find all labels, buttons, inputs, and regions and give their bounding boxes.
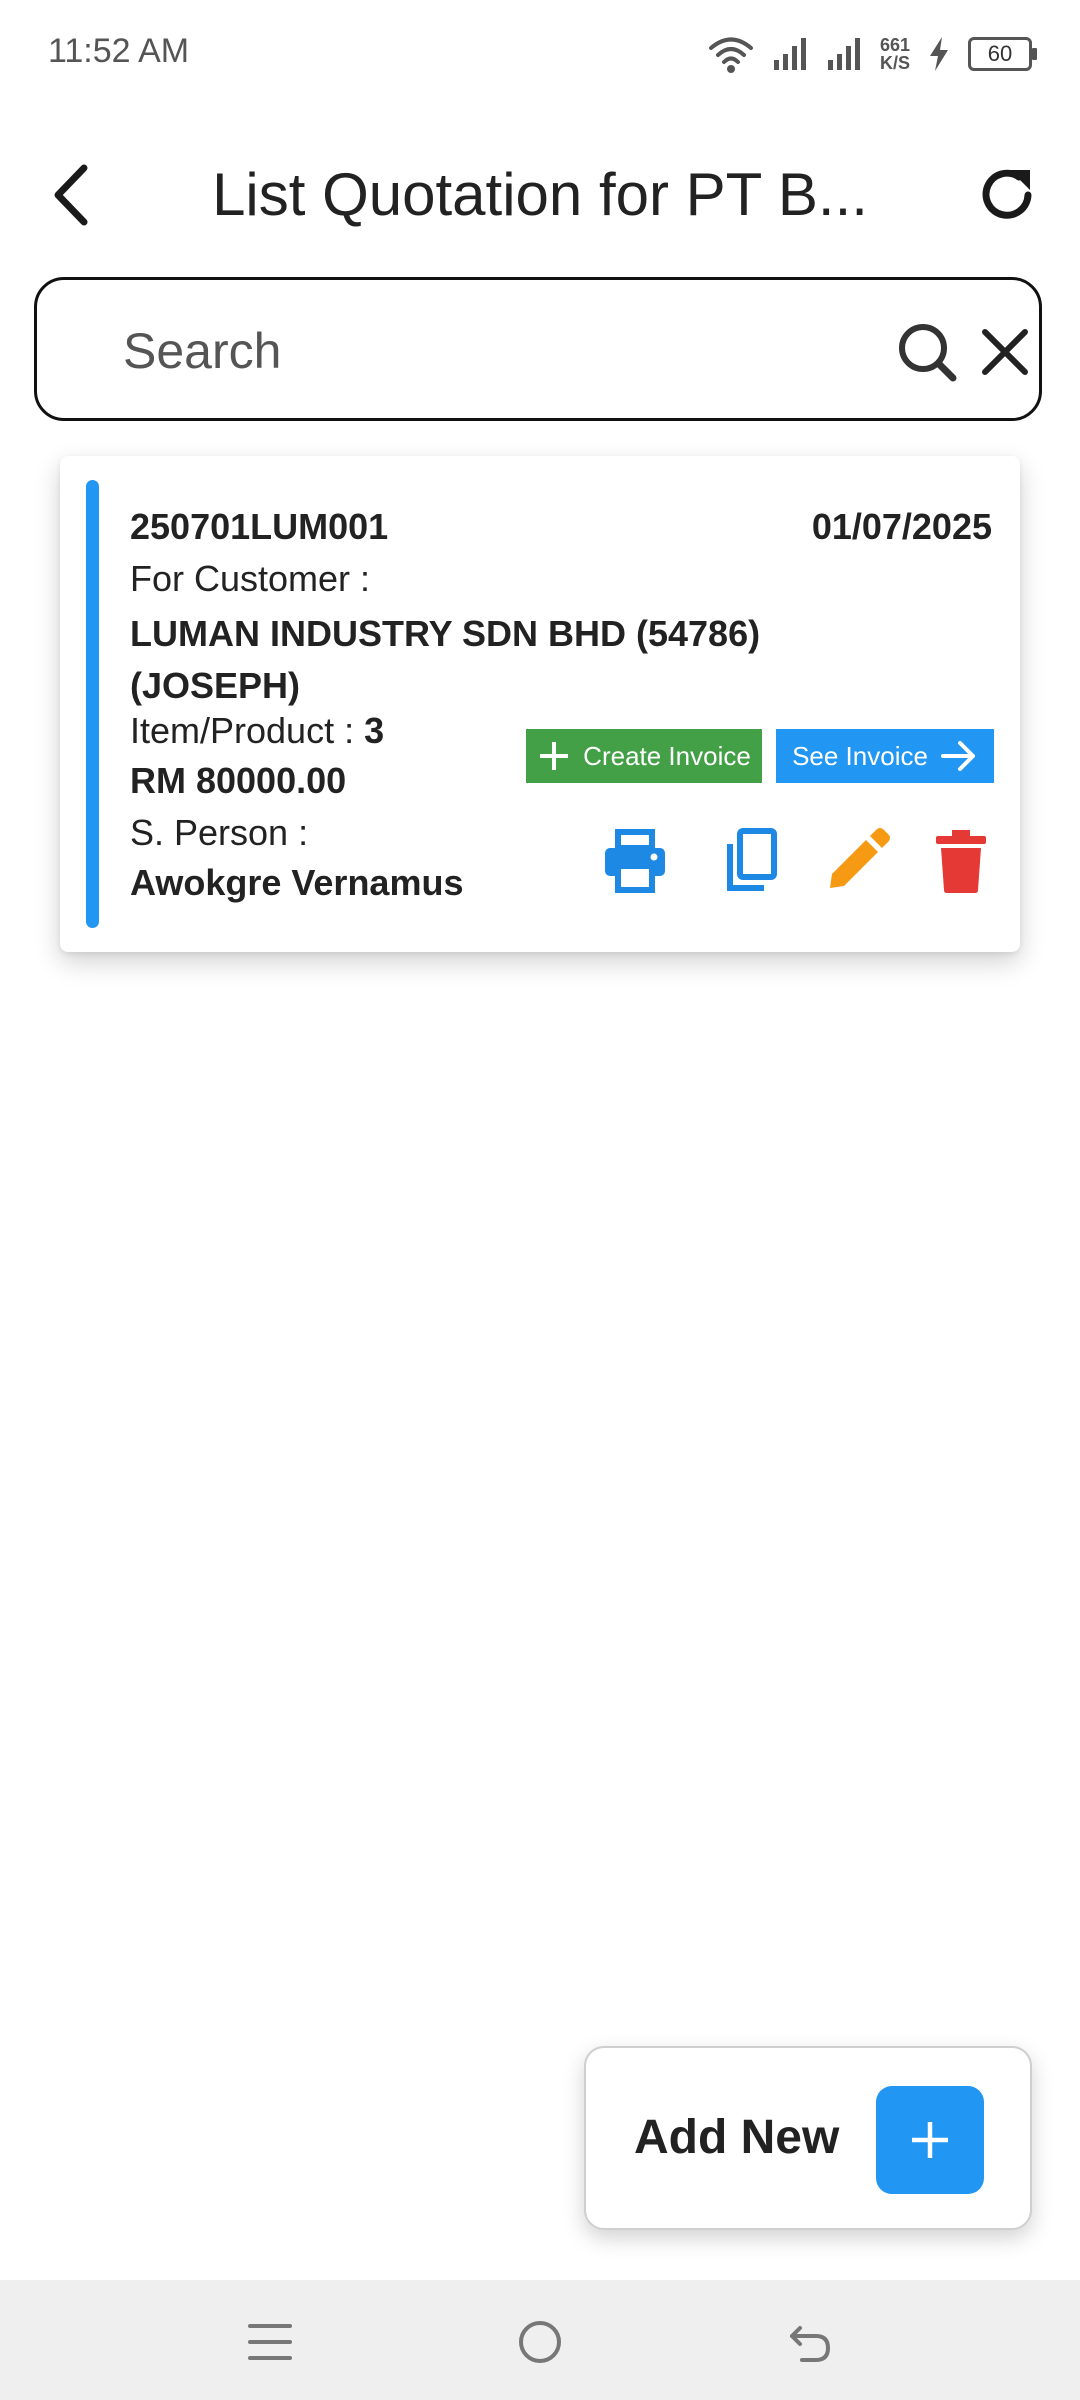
search-bar [34, 277, 1042, 421]
add-new-plus[interactable] [876, 2086, 984, 2194]
wifi-icon [708, 37, 753, 73]
quotation-card[interactable]: 250701LUM001 01/07/2025 For Customer : L… [60, 456, 1020, 952]
card-accent-bar [86, 480, 99, 928]
home-icon[interactable] [512, 2314, 568, 2370]
signal-icon [827, 38, 860, 70]
battery-indicator: 60 [968, 37, 1037, 71]
arrow-right-icon [940, 741, 975, 771]
plus-icon [540, 742, 569, 770]
close-icon[interactable] [977, 324, 1033, 380]
plus-icon [912, 2122, 948, 2158]
status-icons: 661 K/S 60 [708, 30, 1037, 78]
print-icon[interactable] [600, 826, 670, 896]
search-input[interactable] [121, 320, 825, 382]
copy-icon[interactable] [716, 826, 786, 896]
refresh-button[interactable] [972, 160, 1042, 230]
quotation-date: 01/07/2025 [811, 506, 992, 547]
customer-name: LUMAN INDUSTRY SDN BHD (54786) (JOSEPH) [130, 613, 761, 706]
item-product-label: Item/Product : [130, 710, 365, 751]
network-speed-unit: K/S [879, 53, 910, 73]
item-product-count: 3 [364, 710, 385, 751]
create-invoice-label: Create Invoice [583, 740, 751, 771]
menu-icon[interactable] [242, 2314, 298, 2370]
page-title: List Quotation for PT B... [212, 161, 868, 228]
see-invoice-label: See Invoice [792, 740, 928, 771]
charging-icon [930, 37, 948, 71]
add-new-label: Add New [634, 2111, 840, 2164]
network-speed-value: 661 [879, 35, 910, 55]
customer-label: For Customer : [130, 558, 371, 599]
system-nav-bar [0, 2280, 1080, 2400]
item-product-row: Item/Product : 3 [130, 710, 384, 752]
status-time: 11:52 AM [48, 32, 190, 70]
quotation-number: 250701LUM001 [130, 506, 389, 547]
chevron-left-icon [54, 164, 88, 226]
sales-person-name: Awokgre Vernamus [130, 862, 464, 903]
signal-icon [773, 38, 806, 70]
refresh-icon [982, 169, 1032, 219]
status-bar: 11:52 AM 661 K/S 60 [0, 0, 1080, 110]
quotation-amount: RM 80000.00 [130, 760, 347, 801]
add-new-button[interactable]: Add New [584, 2046, 1032, 2230]
app-header: List Quotation for PT B... [0, 140, 1080, 250]
sales-person-label: S. Person : [130, 812, 309, 853]
search-icon[interactable] [895, 320, 959, 384]
back-nav-icon[interactable] [782, 2314, 838, 2370]
see-invoice-button[interactable]: See Invoice [776, 729, 994, 783]
back-button[interactable] [38, 160, 108, 230]
trash-icon[interactable] [926, 826, 996, 896]
create-invoice-button[interactable]: Create Invoice [526, 729, 762, 783]
pencil-icon[interactable] [822, 826, 892, 896]
network-speed: 661 K/S [880, 36, 910, 72]
